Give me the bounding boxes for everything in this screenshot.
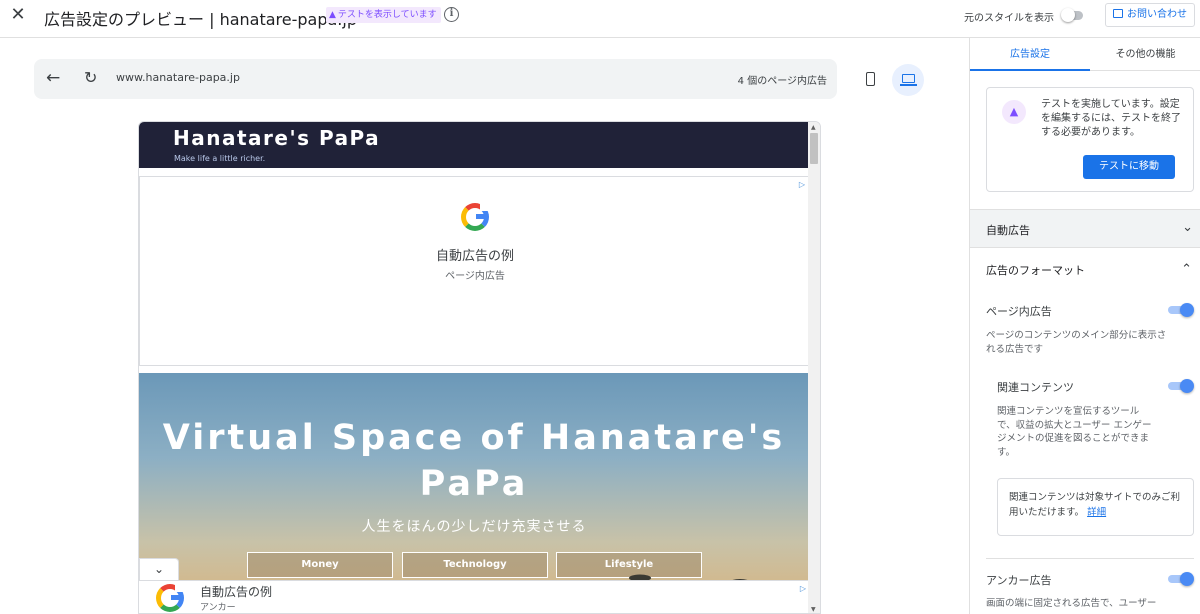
test-notice-card: ▲ テストを実施しています。設定を編集するには、テストを終了する必要があります。… — [986, 87, 1194, 192]
inpage-ad-title: 自動広告の例 — [435, 249, 514, 264]
flask-icon: ▲ — [329, 10, 336, 20]
toggle-thumb — [1180, 572, 1194, 586]
google-logo-icon — [461, 202, 489, 231]
related-content-toggle[interactable] — [1168, 379, 1194, 393]
info-icon[interactable]: i — [444, 7, 459, 22]
chevron-up-icon[interactable]: ⌃ — [1181, 262, 1192, 277]
back-arrow-icon[interactable]: ← — [46, 68, 60, 88]
page-title: 広告設定のプレビュー | hanatare-papa.jp — [44, 10, 357, 29]
logo-gap — [480, 202, 488, 211]
related-content-label: 関連コンテンツ — [997, 381, 1074, 394]
anchor-ads-description: 画面の端に固定される広告で、ユーザー — [986, 598, 1157, 609]
feedback-icon — [1113, 9, 1123, 18]
toggle-thumb — [1180, 303, 1194, 317]
anchor-collapse-chevron-icon[interactable]: ⌄ — [139, 558, 179, 580]
contact-button[interactable]: お問い合わせ — [1105, 3, 1195, 27]
auto-ads-section-header[interactable]: 自動広告 ⌄ — [970, 209, 1200, 248]
inpage-ads-toggle[interactable] — [1168, 303, 1194, 317]
logo-bar — [171, 595, 180, 600]
mobile-view-button[interactable] — [856, 64, 886, 94]
details-link[interactable]: 詳細 — [1087, 507, 1106, 518]
nav-button-money[interactable]: Money — [247, 552, 393, 578]
flask-icon: ▲ — [1002, 100, 1026, 124]
ad-format-label[interactable]: 広告のフォーマット — [986, 262, 1085, 278]
test-badge-label: テストを表示しています — [337, 10, 437, 20]
logo-bar — [476, 214, 485, 219]
anchor-ads-label: アンカー広告 — [986, 574, 1052, 587]
settings-panel: 広告設定 その他の機能 ▲ テストを実施しています。設定を編集するには、テストを… — [969, 38, 1200, 614]
adchoices-icon[interactable]: ▷ — [799, 180, 805, 189]
related-content-description: 関連コンテンツを宣伝するツールで、収益の拡大とユーザー エンゲージメントの促進を… — [997, 406, 1152, 458]
nav-button-technology[interactable]: Technology — [402, 552, 548, 578]
desktop-view-button[interactable] — [892, 64, 924, 96]
toggle-thumb — [1061, 8, 1075, 22]
related-content-note: 関連コンテンツは対象サイトでのみご利用いただけます。 詳細 — [997, 478, 1194, 536]
url-text[interactable]: www.hanatare-papa.jp — [116, 71, 240, 84]
inpage-ad-example: ▷ 自動広告の例 ページ内広告 — [139, 176, 809, 366]
test-notice-text: テストを実施しています。設定を編集するには、テストを終了する必要があります。 — [1041, 99, 1181, 138]
go-to-test-button[interactable]: テストに移動 — [1083, 155, 1175, 179]
laptop-base — [900, 84, 917, 86]
test-badge: ▲ テストを表示しています — [326, 7, 441, 23]
anchor-ad-subtitle: アンカー — [200, 603, 236, 613]
related-content-note-text: 関連コンテンツは対象サイトでのみご利用いただけます。 詳細 — [1009, 490, 1189, 520]
preview-scrollbar[interactable]: ▲ ▼ — [808, 122, 820, 613]
anchor-ads-toggle[interactable] — [1168, 572, 1194, 586]
tab-other-features[interactable]: その他の機能 — [1090, 38, 1200, 71]
site-preview: Hanatare's PaPa Make life a little riche… — [138, 121, 821, 614]
hero-subtitle: 人生をほんの少しだけ充実させる — [361, 519, 587, 535]
tab-ad-settings[interactable]: 広告設定 — [970, 38, 1090, 71]
anchor-ad-title: 自動広告の例 — [200, 585, 273, 599]
original-style-label: 元のスタイルを表示 — [964, 13, 1054, 24]
section-divider — [986, 558, 1194, 559]
chevron-down-icon: ⌄ — [1182, 220, 1193, 235]
phone-icon — [866, 72, 875, 86]
logo-gap — [175, 583, 183, 592]
google-logo-icon — [156, 583, 184, 612]
toggle-thumb — [1180, 379, 1194, 393]
reload-icon[interactable]: ↻ — [84, 68, 97, 88]
hero-banner: Virtual Space of Hanatare's PaPa 人生をほんの少… — [139, 373, 809, 613]
auto-ads-label: 自動広告 — [986, 224, 1030, 237]
laptop-icon — [902, 74, 915, 83]
anchor-ad-example: 自動広告の例 アンカー ▷ — [139, 580, 809, 613]
scroll-thumb[interactable] — [810, 133, 818, 164]
site-tagline: Make life a little richer. — [174, 154, 266, 163]
close-icon[interactable]: ✕ — [8, 5, 28, 25]
url-bar: ← ↻ www.hanatare-papa.jp 4 個のページ内広告 — [34, 59, 837, 99]
inpage-ads-description: ページのコンテンツのメイン部分に表示される広告です — [986, 330, 1167, 355]
site-name[interactable]: Hanatare's PaPa — [173, 126, 380, 150]
top-bar: ✕ 広告設定のプレビュー | hanatare-papa.jp ▲ テストを表示し… — [0, 0, 1200, 38]
contact-button-label: お問い合わせ — [1127, 9, 1187, 20]
site-header: Hanatare's PaPa Make life a little riche… — [139, 122, 809, 168]
scroll-up-icon[interactable]: ▲ — [811, 124, 816, 131]
adchoices-icon[interactable]: ▷ — [800, 584, 806, 593]
hero-title: Virtual Space of Hanatare's PaPa — [162, 418, 786, 504]
scroll-down-icon[interactable]: ▼ — [811, 606, 816, 613]
original-style-toggle[interactable] — [1061, 8, 1083, 22]
inpage-ad-subtitle: ページ内広告 — [445, 271, 505, 282]
ad-count: 4 個のページ内広告 — [737, 76, 827, 87]
inpage-ads-label: ページ内広告 — [986, 305, 1052, 318]
